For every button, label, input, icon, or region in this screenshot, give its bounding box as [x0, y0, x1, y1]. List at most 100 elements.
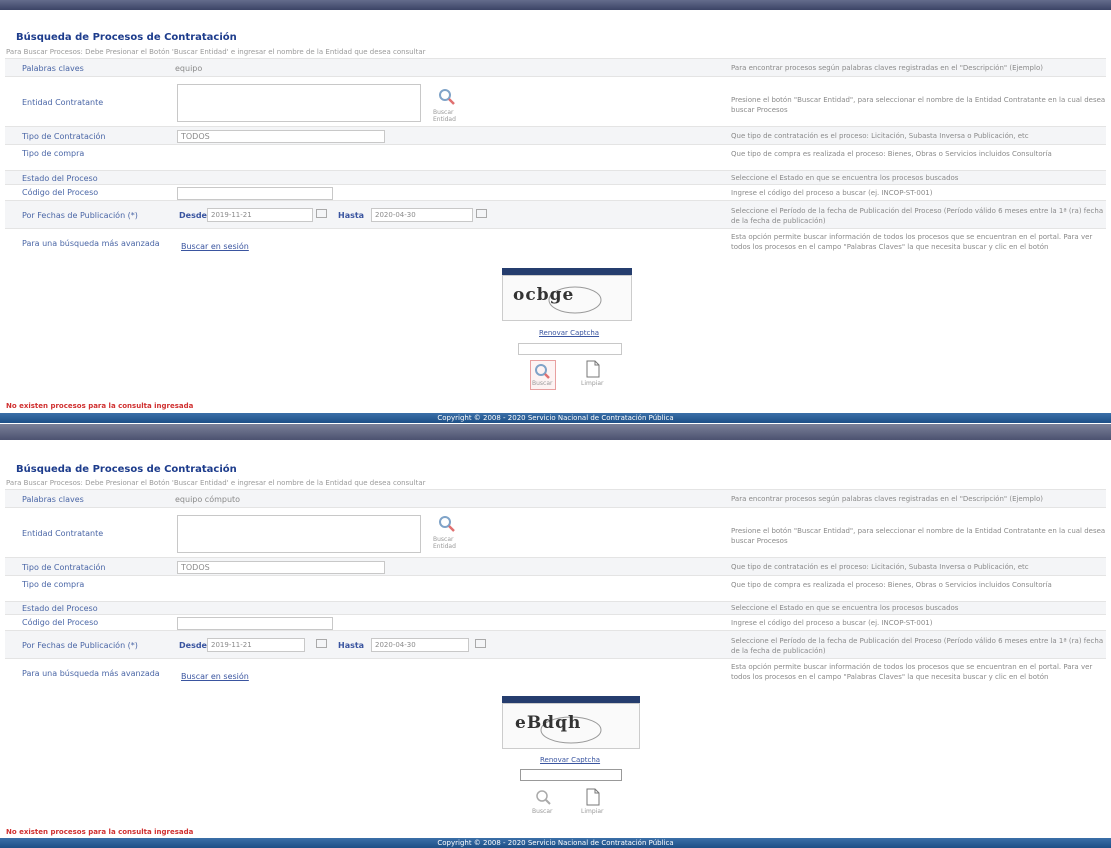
row-avanzada: Para una búsqueda más avanzada Buscar en…: [5, 658, 1106, 695]
palabras-clave-label: Palabras claves: [22, 495, 84, 504]
avanzada-hint: Esta opción permite buscar información d…: [731, 663, 1093, 681]
tipo-compra-label: Tipo de compra: [22, 580, 85, 589]
codigo-label: Código del Proceso: [22, 618, 99, 627]
fechas-label: Por Fechas de Publicación (*): [22, 641, 138, 650]
fechas-hint: Seleccione el Período de la fecha de Pub…: [731, 637, 1104, 655]
palabras-clave-hint: Para encontrar procesos según palabras c…: [731, 64, 1043, 72]
search-panel-2: Búsqueda de Procesos de Contratación Par…: [0, 424, 1111, 848]
buscar-button-label: Buscar: [532, 380, 553, 387]
buscar-button-label: Buscar: [532, 808, 553, 815]
hasta-date-input[interactable]: 2020-04-30: [371, 208, 473, 222]
captcha-header: [502, 696, 640, 703]
footer-copyright: Copyright © 2008 - 2020 Servicio Naciona…: [437, 839, 674, 847]
hasta-label: Hasta: [338, 641, 365, 650]
row-palabras-clave: Palabras claves equipo Para encontrar pr…: [5, 58, 1106, 77]
captcha-header: [502, 268, 632, 275]
captcha-text: ocbge: [513, 285, 575, 305]
hasta-date-input[interactable]: 2020-04-30: [371, 638, 469, 652]
page-subtitle: Para Buscar Procesos: Debe Presionar el …: [6, 48, 426, 56]
limpiar-button-label: Limpiar: [581, 808, 604, 815]
captcha-image: eBdqh: [502, 703, 640, 749]
desde-label: Desde: [179, 641, 207, 650]
search-entidad-icon[interactable]: [437, 514, 457, 534]
document-icon: [586, 360, 600, 378]
codigo-input[interactable]: [177, 187, 333, 200]
buscar-sesion-link[interactable]: Buscar en sesión: [181, 242, 249, 251]
search-panel-1: Búsqueda de Procesos de Contratación Par…: [0, 0, 1111, 424]
palabras-clave-label: Palabras claves: [22, 64, 84, 73]
buscar-entidad-label[interactable]: Buscar Entidad: [433, 536, 456, 550]
fechas-label: Por Fechas de Publicación (*): [22, 211, 138, 220]
row-avanzada: Para una búsqueda más avanzada Buscar en…: [5, 228, 1106, 265]
hasta-label: Hasta: [338, 211, 365, 220]
row-tipo-contratacion: Tipo de Contratación TODOS Que tipo de c…: [5, 557, 1106, 576]
buscar-entidad-label[interactable]: Buscar Entidad: [433, 109, 456, 123]
palabras-clave-hint: Para encontrar procesos según palabras c…: [731, 495, 1043, 503]
document-icon: [586, 788, 600, 806]
row-tipo-compra: Tipo de compra Que tipo de compra es rea…: [5, 144, 1106, 171]
row-palabras-clave: Palabras claves equipo cómputo Para enco…: [5, 489, 1106, 508]
desde-calendar-icon[interactable]: [316, 209, 327, 218]
buscar-button[interactable]: Buscar: [531, 788, 557, 816]
row-fechas: Por Fechas de Publicación (*) Desde 2019…: [5, 630, 1106, 659]
entidad-hint: Presione el botón "Buscar Entidad", para…: [731, 527, 1106, 545]
buscar-button[interactable]: Buscar: [530, 360, 556, 390]
desde-date-input[interactable]: 2019-11-21: [207, 638, 305, 652]
entidad-textarea[interactable]: [177, 84, 421, 122]
tipo-compra-hint: Que tipo de compra es realizada el proce…: [731, 581, 1052, 589]
hasta-calendar-icon[interactable]: [475, 639, 486, 648]
renovar-captcha-link[interactable]: Renovar Captcha: [539, 329, 599, 337]
entidad-textarea[interactable]: [177, 515, 421, 553]
palabras-clave-input[interactable]: equipo: [175, 64, 202, 73]
renovar-captcha-link[interactable]: Renovar Captcha: [540, 756, 600, 764]
row-estado: Estado del Proceso Seleccione el Estado …: [5, 601, 1106, 615]
page-subtitle: Para Buscar Procesos: Debe Presionar el …: [6, 479, 426, 487]
tipo-contratacion-label: Tipo de Contratación: [22, 132, 106, 141]
row-tipo-contratacion: Tipo de Contratación TODOS Que tipo de c…: [5, 126, 1106, 145]
estado-label: Estado del Proceso: [22, 604, 98, 613]
captcha-input[interactable]: [518, 343, 622, 355]
buscar-sesion-link[interactable]: Buscar en sesión: [181, 672, 249, 681]
entidad-label: Entidad Contratante: [22, 529, 104, 538]
row-entidad: Entidad Contratante Buscar Entidad Presi…: [5, 507, 1106, 558]
tipo-contratacion-select[interactable]: TODOS: [177, 130, 385, 143]
tipo-contratacion-label: Tipo de Contratación: [22, 563, 106, 572]
desde-date-input[interactable]: 2019-11-21: [207, 208, 313, 222]
codigo-hint: Ingrese el código del proceso a buscar (…: [731, 189, 933, 197]
avanzada-hint: Esta opción permite buscar información d…: [731, 233, 1093, 251]
fechas-hint: Seleccione el Período de la fecha de Pub…: [731, 207, 1104, 225]
hasta-calendar-icon[interactable]: [476, 209, 487, 218]
captcha-image: ocbge: [502, 275, 632, 321]
tipo-contratacion-select[interactable]: TODOS: [177, 561, 385, 574]
codigo-hint: Ingrese el código del proceso a buscar (…: [731, 619, 933, 627]
limpiar-button-label: Limpiar: [581, 380, 604, 387]
limpiar-button[interactable]: Limpiar: [579, 788, 607, 816]
estado-hint: Seleccione el Estado en que se encuentra…: [731, 604, 959, 612]
estado-label: Estado del Proceso: [22, 174, 98, 183]
row-fechas: Por Fechas de Publicación (*) Desde 2019…: [5, 200, 1106, 229]
window-header-bar: [0, 424, 1111, 440]
footer-copyright: Copyright © 2008 - 2020 Servicio Naciona…: [437, 414, 674, 422]
row-codigo: Código del Proceso Ingrese el código del…: [5, 614, 1106, 631]
footer: Copyright © 2008 - 2020 Servicio Naciona…: [0, 838, 1111, 848]
captcha-input[interactable]: [520, 769, 622, 781]
row-estado: Estado del Proceso Seleccione el Estado …: [5, 170, 1106, 185]
avanzada-label: Para una búsqueda más avanzada: [22, 239, 160, 248]
desde-calendar-icon[interactable]: [316, 639, 327, 648]
limpiar-button[interactable]: Limpiar: [579, 360, 607, 388]
error-message: No existen procesos para la consulta ing…: [6, 402, 194, 410]
codigo-input[interactable]: [177, 617, 333, 630]
row-tipo-compra: Tipo de compra Que tipo de compra es rea…: [5, 575, 1106, 602]
row-entidad: Entidad Contratante Buscar Entidad Presi…: [5, 76, 1106, 127]
page-title: Búsqueda de Procesos de Contratación: [16, 32, 237, 43]
footer: Copyright © 2008 - 2020 Servicio Naciona…: [0, 413, 1111, 423]
estado-hint: Seleccione el Estado en que se encuentra…: [731, 174, 959, 182]
tipo-compra-label: Tipo de compra: [22, 149, 85, 158]
codigo-label: Código del Proceso: [22, 188, 99, 197]
search-entidad-icon[interactable]: [437, 87, 457, 107]
page-title: Búsqueda de Procesos de Contratación: [16, 464, 237, 475]
desde-label: Desde: [179, 211, 207, 220]
avanzada-label: Para una búsqueda más avanzada: [22, 669, 160, 678]
palabras-clave-input[interactable]: equipo cómputo: [175, 495, 240, 504]
captcha-text: eBdqh: [515, 713, 582, 733]
